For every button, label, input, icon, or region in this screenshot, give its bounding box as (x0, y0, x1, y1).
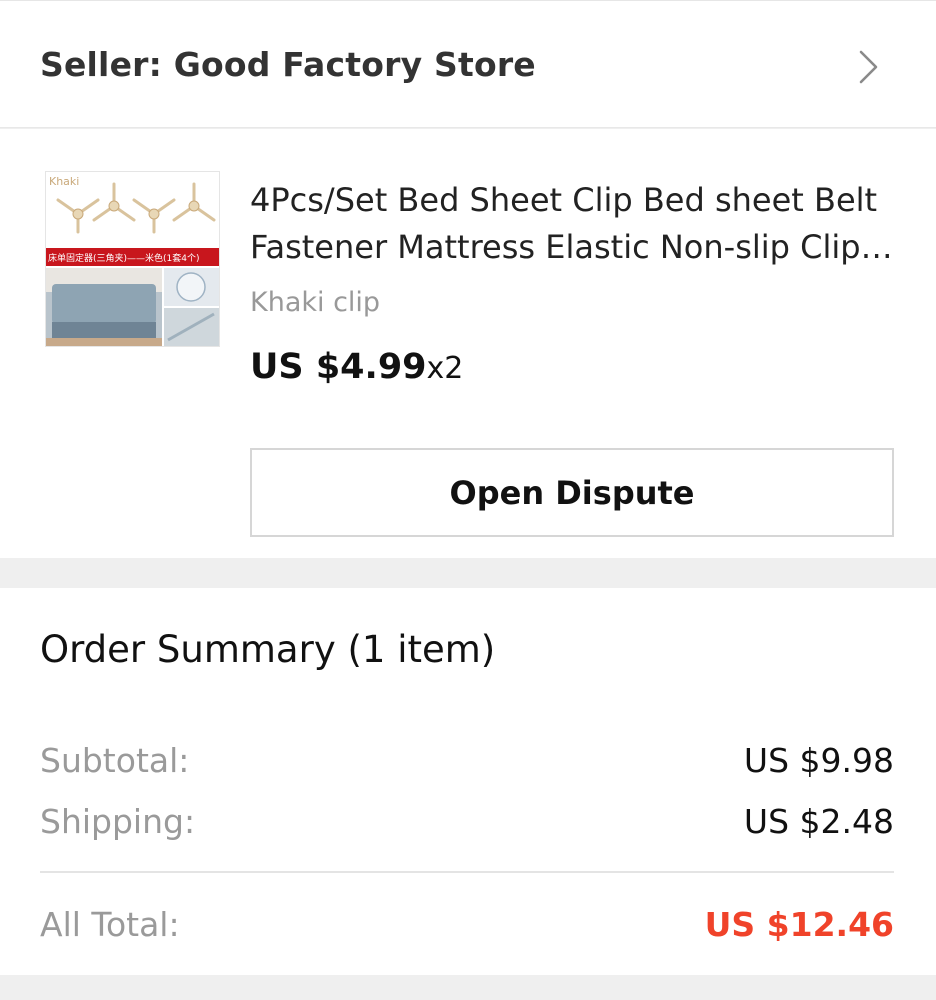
shipping-value: US $2.48 (743, 802, 894, 841)
order-detail-page: Seller: Good Factory Store Khaki 床单固定器(三… (0, 0, 936, 1000)
shipping-label: Shipping: (40, 802, 196, 841)
quantity: x2 (426, 351, 464, 386)
subtotal-row: Subtotal: US $9.98 (40, 741, 894, 785)
open-dispute-button[interactable]: Open Dispute (250, 448, 894, 537)
thumbnail-banner-text: 床单固定器(三角夹)——米色(1套4个) (48, 252, 200, 264)
summary-divider (40, 871, 894, 873)
unit-price: US $4.99 (250, 347, 427, 387)
chevron-right-icon (853, 49, 885, 85)
product-variant: Khaki clip (250, 287, 381, 318)
shipping-row: Shipping: US $2.48 (40, 802, 894, 846)
subtotal-label: Subtotal: (40, 741, 190, 780)
product-thumbnail[interactable]: Khaki 床单固定器(三角夹)——米色(1套4个) (45, 171, 220, 347)
total-label: All Total: (40, 905, 180, 944)
thumbnail-tag-text: Khaki (49, 175, 79, 188)
seller-name: Seller: Good Factory Store (40, 45, 536, 84)
product-title[interactable]: 4Pcs/Set Bed Sheet Clip Bed sheet Belt F… (250, 177, 900, 271)
seller-row[interactable]: Seller: Good Factory Store (0, 0, 936, 128)
price-row: US $4.99x2 (250, 347, 463, 387)
total-value: US $12.46 (704, 905, 894, 944)
product-card: Khaki 床单固定器(三角夹)——米色(1套4个) 4Pcs/Set Bed … (0, 129, 936, 558)
order-summary: Order Summary (1 item) Subtotal: US $9.9… (0, 588, 936, 975)
order-summary-title: Order Summary (1 item) (40, 628, 496, 671)
subtotal-value: US $9.98 (743, 741, 894, 780)
total-row: All Total: US $12.46 (40, 905, 894, 949)
